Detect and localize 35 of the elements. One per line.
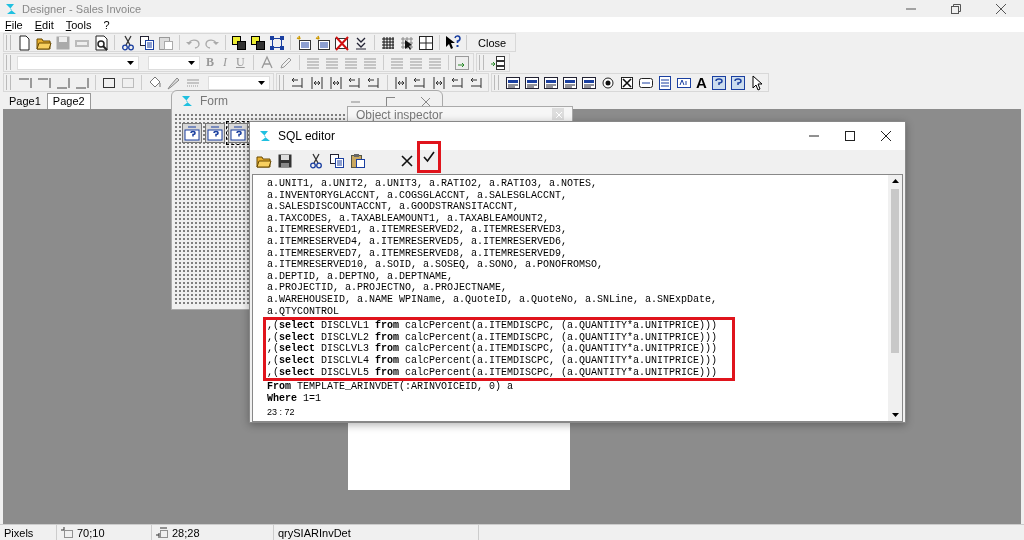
code-line: ,(select DISCLVL3 from calcPercent(a.ITEMDISCPC, (a.QUANTITY*a.UNITPRICE))) bbox=[267, 343, 719, 355]
code-line: ,(select DISCLVL4 from calcPercent(a.ITEMDISCPC, (a.QUANTITY*a.UNITPRICE))) bbox=[267, 354, 719, 367]
page-tab[interactable]: Page2 bbox=[46, 93, 91, 109]
code-line: a.DEPTID, a.DEPTNO, a.DEPTNAME, bbox=[267, 270, 454, 283]
code-line: a.INVENTORYGLACCNT, a.COGSGLACCNT, a.SALESGLACCNT, bbox=[267, 189, 568, 202]
inspector-title: Object inspector bbox=[356, 108, 443, 122]
code-line: From TEMPLATE_ARINVDET(:ARINVOICEID, 0) a bbox=[267, 381, 514, 393]
status-text: Pixels bbox=[4, 526, 34, 539]
code-line: a.ITEMRESERVED10, a.SOID, a.SOSEQ, a.SONO, a.PONOFROMSO, bbox=[267, 259, 604, 271]
code-line: ,(select DISCLVL5 from calcPercent(a.ITEMDISCPC, (a.QUANTITY*a.UNITPRICE))) bbox=[267, 366, 719, 379]
window-title: Designer - Sales Invoice bbox=[22, 2, 142, 15]
code-line: a.TAXCODES, a.TAXABLEAMOUNT1, a.TAXABLEAMOUNT2, bbox=[267, 212, 550, 225]
status-text: qrySIARInvDet bbox=[278, 526, 351, 539]
status-text: 28;28 bbox=[172, 526, 200, 539]
cursor-position: 23 : 72 bbox=[267, 407, 295, 417]
code-line: a.WAREHOUSEID, a.NAME WPIName, a.QuoteID, a.QuoteNo, a.SNLine, a.SNExpDate, bbox=[267, 293, 718, 306]
menu-item[interactable]: ? bbox=[103, 18, 110, 31]
code-line: a.PROJECTID, a.PROJECTNO, a.PROJECTNAME, bbox=[267, 282, 508, 294]
code-line: Where 1=1 bbox=[267, 392, 322, 405]
code-line: ,(select DISCLVL2 from calcPercent(a.ITEMDISCPC, (a.QUANTITY*a.UNITPRICE))) bbox=[267, 331, 719, 343]
menu-item[interactable]: File bbox=[5, 18, 23, 31]
code-line: a.ITEMRESERVED7, a.ITEMRESERVED8, a.ITEMRESERVED9, bbox=[267, 247, 568, 260]
code-line: a.UNIT1, a.UNIT2, a.UNIT3, a.RATIO2, a.RATIO3, a.NOTES, bbox=[267, 178, 598, 190]
code-line: a.QTYCONTROL bbox=[267, 305, 339, 318]
form-title: Form bbox=[200, 94, 228, 108]
sql-editor-title: SQL editor bbox=[278, 129, 335, 143]
code-line: a.ITEMRESERVED1, a.ITEMRESERVED2, a.ITEMRESERVED3, bbox=[267, 224, 568, 236]
page-tab[interactable]: Page1 bbox=[3, 93, 47, 109]
code-line: a.SALESDISCOUNTACCNT, a.GOODSTRANSITACCNT, bbox=[267, 201, 520, 213]
menu-item[interactable]: Edit bbox=[34, 18, 54, 31]
code-line: ,(select DISCLVL1 from calcPercent(a.ITEMDISCPC, (a.QUANTITY*a.UNITPRICE))) bbox=[267, 320, 719, 332]
text-tool-button[interactable]: A bbox=[695, 74, 708, 91]
status-text: 70;10 bbox=[77, 526, 105, 539]
code-line: a.ITEMRESERVED4, a.ITEMRESERVED5, a.ITEMRESERVED6, bbox=[267, 235, 568, 248]
menu-item[interactable]: Tools bbox=[65, 18, 92, 31]
